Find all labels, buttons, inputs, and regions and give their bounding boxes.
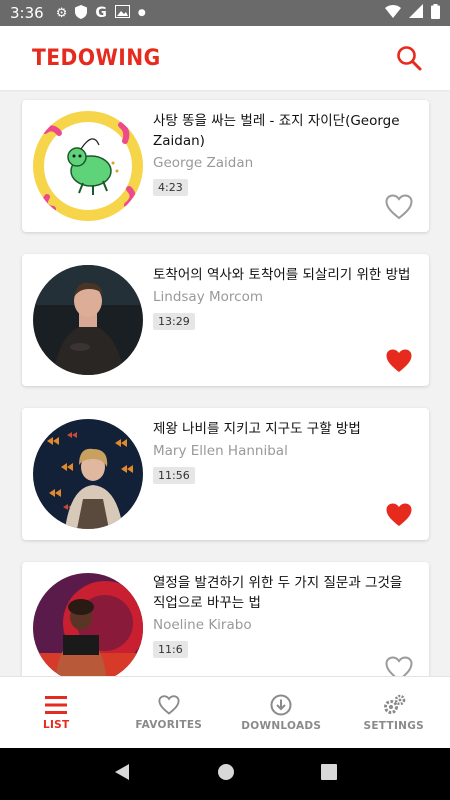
list-icon [45,695,68,714]
talk-duration: 4:23 [153,179,188,196]
talk-title: 제왕 나비를 지키고 지구도 구할 방법 [153,421,361,437]
talk-title: 열정을 발견하기 위한 두 가지 질문과 그것을 직업으로 바꾸는 법 [153,575,403,611]
favorite-button[interactable] [385,348,413,374]
talk-speaker: Lindsay Morcom [153,289,263,305]
talk-card[interactable]: 열정을 발견하기 위한 두 가지 질문과 그것을 직업으로 바꾸는 법 Noel… [22,562,429,676]
nav-list[interactable]: LIST [0,677,113,748]
search-icon [397,46,422,71]
favorite-button[interactable] [385,656,413,676]
talk-thumbnail [33,419,143,529]
shield-icon [75,4,88,22]
heart-outline-icon [385,194,413,220]
cell-signal-icon [409,4,423,22]
nav-downloads[interactable]: DOWNLOADS [225,677,338,748]
favorite-button[interactable] [385,502,413,528]
nav-settings-label: SETTINGS [363,719,425,732]
app-title: TEDOWING [32,45,161,71]
favorite-button[interactable] [385,194,413,220]
talk-speaker: Mary Ellen Hannibal [153,443,288,459]
back-icon[interactable] [113,763,131,785]
home-icon[interactable] [217,763,235,785]
gears-icon [383,694,406,714]
google-icon: G [95,5,107,21]
talk-duration: 13:29 [153,313,195,330]
talk-duration: 11:6 [153,641,188,658]
search-button[interactable] [394,43,424,73]
talk-duration: 11:56 [153,467,195,484]
talk-card[interactable]: 사탕 똥을 싸는 벌레 - 죠지 자이단(George Zaidan) Geor… [22,100,429,232]
nav-favorites-label: FAVORITES [135,718,203,731]
nav-downloads-label: DOWNLOADS [241,719,322,732]
app-header: TEDOWING [0,26,450,90]
nav-list-label: LIST [42,718,70,731]
talk-card[interactable]: 토착어의 역사와 토착어를 되살리기 위한 방법 Lindsay Morcom … [22,254,429,386]
talk-thumbnail [33,573,143,676]
recents-icon[interactable] [321,764,337,784]
talk-speaker: George Zaidan [153,155,254,171]
settings-gear-icon: ⚙ [55,5,68,21]
status-bar: 3:36 ⚙ G ● [0,0,450,26]
talk-title: 토착어의 역사와 토착어를 되살리기 위한 방법 [153,267,411,283]
talk-title: 사탕 똥을 싸는 벌레 - 죠지 자이단(George Zaidan) [153,113,400,149]
heart-filled-icon [386,503,412,526]
download-icon [270,694,292,715]
wifi-icon [385,4,401,22]
talk-list: 사탕 똥을 싸는 벌레 - 죠지 자이단(George Zaidan) Geor… [0,90,450,676]
nav-settings[interactable]: SETTINGS [338,677,450,748]
talk-thumbnail [33,111,143,221]
heart-filled-icon [386,349,412,372]
talk-thumbnail [33,265,143,375]
talk-card[interactable]: 제왕 나비를 지키고 지구도 구할 방법 Mary Ellen Hannibal… [22,408,429,540]
battery-icon [431,3,440,23]
nav-favorites[interactable]: FAVORITES [113,677,226,748]
bottom-nav: LIST FAVORITES DOWNLOADS SETTINGS [0,676,450,748]
heart-outline-icon [158,694,180,715]
gallery-icon [114,5,130,21]
heart-outline-icon [385,656,413,676]
notification-dot-icon: ● [137,7,146,18]
status-time: 3:36 [10,4,44,22]
talk-speaker: Noeline Kirabo [153,617,252,633]
system-nav-bar [0,748,450,800]
